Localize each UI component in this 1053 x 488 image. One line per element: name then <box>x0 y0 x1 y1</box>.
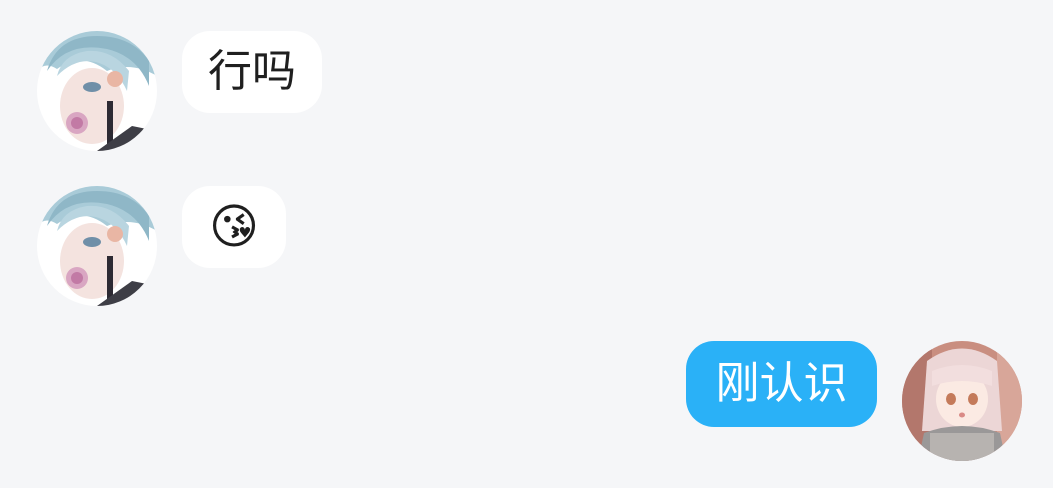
chat-thread: 行吗 😘 刚认识 <box>0 0 1053 488</box>
message-bubble-outgoing[interactable]: 刚认识 <box>686 341 877 427</box>
contact-avatar-image <box>37 31 157 151</box>
self-avatar-image <box>902 341 1022 461</box>
message-bubble-incoming[interactable]: 😘 <box>182 186 286 268</box>
contact-avatar[interactable] <box>37 31 157 151</box>
contact-avatar[interactable] <box>37 186 157 306</box>
message-bubble-incoming[interactable]: 行吗 <box>182 31 322 113</box>
message-text: 行吗 <box>208 46 296 97</box>
contact-avatar-image <box>37 186 157 306</box>
self-avatar[interactable] <box>902 341 1022 461</box>
message-text: 刚认识 <box>715 358 848 409</box>
kissing-face-emoji: 😘 <box>208 199 260 255</box>
